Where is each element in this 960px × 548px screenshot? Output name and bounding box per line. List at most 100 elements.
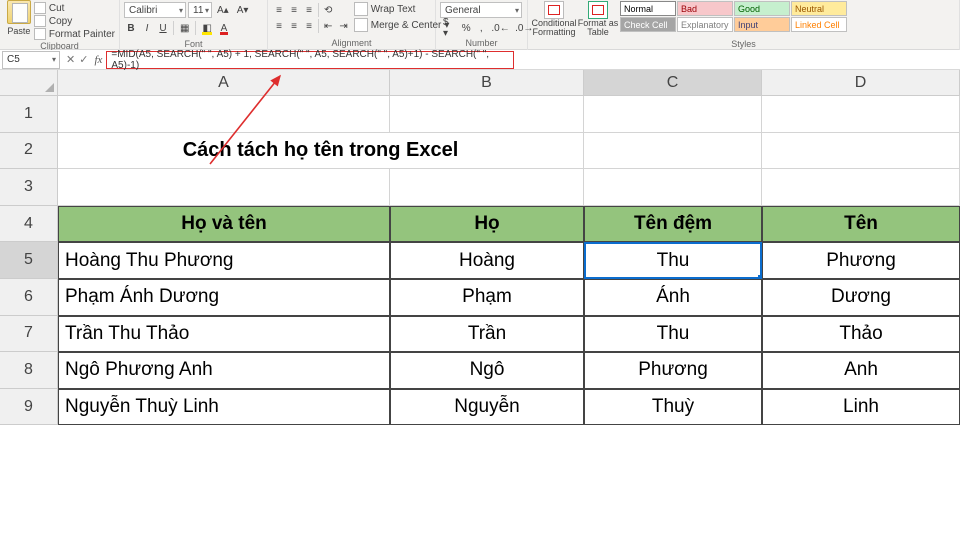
fill-color-button[interactable]: ◧ <box>199 20 214 36</box>
cell-C8[interactable]: Phương <box>584 352 762 389</box>
row-header-7[interactable]: 7 <box>0 316 58 353</box>
borders-button[interactable]: ▦ <box>177 20 192 36</box>
font-family-combo[interactable]: Calibri <box>124 2 186 18</box>
cell-C2[interactable] <box>584 133 762 170</box>
column-header-B[interactable]: B <box>390 70 584 96</box>
percent-button[interactable]: % <box>459 20 473 36</box>
cell-styles-gallery[interactable]: NormalBadGoodNeutral Check CellExplanator… <box>620 1 847 32</box>
italic-button[interactable]: I <box>140 20 154 36</box>
cell-D6[interactable]: Dương <box>762 279 960 316</box>
group-title-styles: Styles <box>532 38 955 50</box>
row-header-9[interactable]: 9 <box>0 389 58 426</box>
align-top-button[interactable]: ≡ <box>272 2 286 18</box>
decrease-indent-button[interactable]: ⇤ <box>321 18 335 34</box>
orientation-button[interactable]: ⟲ <box>321 2 335 18</box>
cell-style-neutral[interactable]: Neutral <box>791 1 847 16</box>
cell-C9[interactable]: Thuỳ <box>584 389 762 426</box>
cell-D7[interactable]: Thảo <box>762 316 960 353</box>
cell-D3[interactable] <box>762 169 960 206</box>
increase-font-button[interactable]: A▴ <box>214 2 232 18</box>
cell-A1[interactable] <box>58 96 390 133</box>
row-8: Ngô Phương AnhNgôPhươngAnh <box>58 352 960 389</box>
align-bottom-button[interactable]: ≡ <box>302 2 316 18</box>
cell-B3[interactable] <box>390 169 584 206</box>
formula-bar-row: C5 ✕ ✓ fx =MID(A5, SEARCH(" ", A5) + 1, … <box>0 50 960 70</box>
cell-style-normal[interactable]: Normal <box>620 1 676 16</box>
align-center-button[interactable]: ≡ <box>287 18 301 34</box>
select-all-corner[interactable] <box>0 70 58 96</box>
cell-A3[interactable] <box>58 169 390 206</box>
cell-D9[interactable]: Linh <box>762 389 960 426</box>
cell-B7[interactable]: Trần <box>390 316 584 353</box>
cancel-formula-button[interactable]: ✕ <box>66 53 75 66</box>
cell-B5[interactable]: Hoàng <box>390 242 584 279</box>
paste-button[interactable]: Paste <box>4 0 34 36</box>
cell-C7[interactable]: Thu <box>584 316 762 353</box>
cell-C4[interactable]: Tên đệm <box>584 206 762 243</box>
format-painter-button[interactable]: Format Painter <box>34 28 115 40</box>
bold-button[interactable]: B <box>124 20 138 36</box>
row-header-3[interactable]: 3 <box>0 169 58 206</box>
cell-A6[interactable]: Phạm Ánh Dương <box>58 279 390 316</box>
row-header-4[interactable]: 4 <box>0 206 58 243</box>
row-header-8[interactable]: 8 <box>0 352 58 389</box>
row-header-6[interactable]: 6 <box>0 279 58 316</box>
cell-D5[interactable]: Phương <box>762 242 960 279</box>
cell-B1[interactable] <box>390 96 584 133</box>
cell-A5[interactable]: Hoàng Thu Phương <box>58 242 390 279</box>
comma-button[interactable]: , <box>474 20 488 36</box>
column-header-D[interactable]: D <box>762 70 960 96</box>
cell-A2[interactable]: Cách tách họ tên trong Excel <box>58 133 584 170</box>
cell-C3[interactable] <box>584 169 762 206</box>
underline-button[interactable]: U <box>156 20 170 36</box>
cell-C5[interactable]: Thu <box>584 242 762 279</box>
cell-A4[interactable]: Họ và tên <box>58 206 390 243</box>
number-format-combo[interactable]: General <box>440 2 522 18</box>
row-header-1[interactable]: 1 <box>0 96 58 133</box>
group-font: Calibri 11 A▴ A▾ B I U ▦ ◧ A Font <box>120 0 268 50</box>
cell-B8[interactable]: Ngô <box>390 352 584 389</box>
cell-D4[interactable]: Tên <box>762 206 960 243</box>
name-box[interactable]: C5 <box>2 51 60 69</box>
group-title-alignment: Alignment <box>272 37 431 49</box>
row-1 <box>58 96 960 133</box>
cell-B4[interactable]: Họ <box>390 206 584 243</box>
cell-B9[interactable]: Nguyễn <box>390 389 584 426</box>
align-middle-button[interactable]: ≡ <box>287 2 301 18</box>
cell-A8[interactable]: Ngô Phương Anh <box>58 352 390 389</box>
row-header-5[interactable]: 5 <box>0 242 58 279</box>
currency-button[interactable]: $ ▾ <box>440 20 458 36</box>
cell-A7[interactable]: Trần Thu Thảo <box>58 316 390 353</box>
align-left-button[interactable]: ≡ <box>272 18 286 34</box>
cell-style-linked-cell[interactable]: Linked Cell <box>791 17 847 32</box>
font-size-combo[interactable]: 11 <box>188 2 212 18</box>
align-right-button[interactable]: ≡ <box>302 18 316 34</box>
font-color-button[interactable]: A <box>217 20 231 36</box>
cell-style-check-cell[interactable]: Check Cell <box>620 17 676 32</box>
cell-C1[interactable] <box>584 96 762 133</box>
increase-indent-button[interactable]: ⇥ <box>336 18 350 34</box>
cell-style-good[interactable]: Good <box>734 1 790 16</box>
enter-formula-button[interactable]: ✓ <box>79 53 88 66</box>
fx-icon[interactable]: fx <box>94 54 106 66</box>
format-as-table-button[interactable]: Format as Table <box>576 1 620 38</box>
cell-B6[interactable]: Phạm <box>390 279 584 316</box>
cell-style-explanatory-[interactable]: Explanatory … <box>677 17 733 32</box>
formula-bar[interactable]: =MID(A5, SEARCH(" ", A5) + 1, SEARCH(" "… <box>106 51 514 69</box>
increase-decimal-button[interactable]: .0← <box>489 20 512 36</box>
cell-D8[interactable]: Anh <box>762 352 960 389</box>
cut-button[interactable]: Cut <box>34 2 115 14</box>
conditional-formatting-button[interactable]: Conditional Formatting <box>532 1 576 38</box>
cell-C6[interactable]: Ánh <box>584 279 762 316</box>
column-header-C[interactable]: C <box>584 70 762 96</box>
cell-D1[interactable] <box>762 96 960 133</box>
decrease-font-button[interactable]: A▾ <box>234 2 252 18</box>
column-header-A[interactable]: A <box>58 70 390 96</box>
row-header-2[interactable]: 2 <box>0 133 58 170</box>
cell-style-bad[interactable]: Bad <box>677 1 733 16</box>
cell-style-input[interactable]: Input <box>734 17 790 32</box>
copy-button[interactable]: Copy <box>34 15 115 27</box>
column-headers: ABCD <box>58 70 960 96</box>
cell-D2[interactable] <box>762 133 960 170</box>
cell-A9[interactable]: Nguyễn Thuỳ Linh <box>58 389 390 426</box>
